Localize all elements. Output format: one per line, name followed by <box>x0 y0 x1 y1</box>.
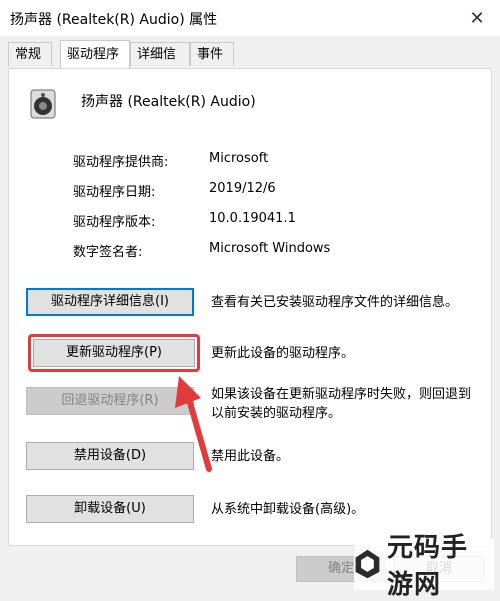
uninstall-device-button[interactable]: 卸载设备(U) <box>26 495 194 523</box>
info-label-version: 驱动程序版本: <box>73 215 156 230</box>
driver-details-desc: 查看有关已安装驱动程序文件的详细信息。 <box>211 295 459 310</box>
update-driver-desc: 更新此设备的驱动程序。 <box>211 346 355 361</box>
speaker-icon <box>30 89 56 119</box>
tab-driver[interactable]: 驱动程序 <box>60 40 130 68</box>
window-title: 扬声器 (Realtek(R) Audio) 属性 <box>10 12 218 28</box>
watermark-logo-icon <box>355 549 380 579</box>
title-bar: 扬声器 (Realtek(R) Audio) 属性 ✕ <box>0 0 500 36</box>
tab-events[interactable]: 事件 <box>190 42 234 66</box>
uninstall-device-desc: 从系统中卸载设备(高级)。 <box>211 502 365 517</box>
driver-panel: 扬声器 (Realtek(R) Audio) 驱动程序提供商: Microsof… <box>8 68 492 546</box>
info-value-provider: Microsoft <box>209 151 269 166</box>
disable-device-desc: 禁用此设备。 <box>211 449 290 464</box>
tab-details[interactable]: 详细信息 <box>130 42 190 86</box>
watermark-text: 元码手游网 <box>386 533 468 600</box>
info-value-signer: Microsoft Windows <box>209 241 331 256</box>
rollback-driver-desc: 如果该设备在更新驱动程序时失败，则回退到以前安装的驱动程序。 <box>211 387 472 421</box>
info-label-date: 驱动程序日期: <box>73 185 156 200</box>
tab-general[interactable]: 常规 <box>8 42 52 66</box>
driver-details-button[interactable]: 驱动程序详细信息(I) <box>26 288 194 316</box>
close-icon[interactable]: ✕ <box>464 6 490 30</box>
device-name: 扬声器 (Realtek(R) Audio) <box>81 94 256 110</box>
annotation-arrow-icon <box>175 376 212 472</box>
info-label-signer: 数字签名者: <box>73 245 143 260</box>
info-value-version: 10.0.19041.1 <box>209 211 296 226</box>
watermark: 元码手游网 <box>354 533 494 600</box>
info-label-provider: 驱动程序提供商: <box>73 155 169 170</box>
info-value-date: 2019/12/6 <box>209 181 276 196</box>
update-driver-button[interactable]: 更新驱动程序(P) <box>33 339 195 367</box>
